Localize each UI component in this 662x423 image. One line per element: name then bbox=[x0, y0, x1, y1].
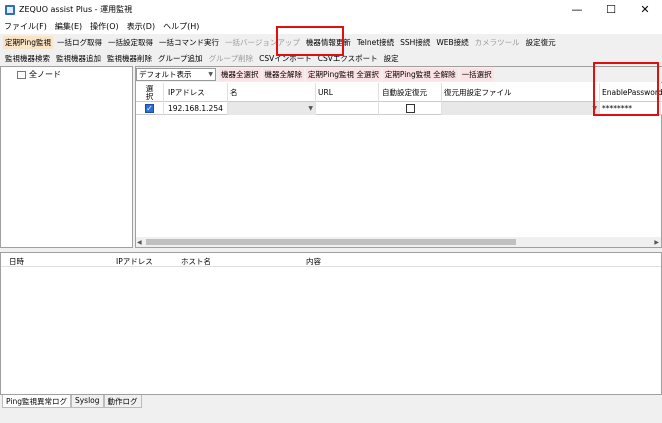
row-auto-restore-cell[interactable] bbox=[380, 102, 442, 115]
log-header-content[interactable]: 内容 bbox=[306, 256, 321, 267]
delete-group-button[interactable]: グループ削除 bbox=[207, 52, 256, 65]
scroll-left-icon[interactable]: ◀ bbox=[137, 239, 142, 246]
settings-button[interactable]: 設定 bbox=[382, 52, 401, 65]
tree-node-all[interactable]: 全ノード bbox=[17, 69, 61, 80]
bulk-config-button[interactable]: 一括設定取得 bbox=[106, 36, 155, 49]
ping-deselect-all-button[interactable]: 定期Ping監視 全解除 bbox=[382, 68, 458, 81]
menu-help[interactable]: ヘルプ(H) bbox=[163, 21, 199, 32]
tree-node-label: 全ノード bbox=[29, 70, 61, 79]
node-icon bbox=[17, 70, 26, 79]
title-bar: ZEQUO assist Plus - 運用監視 — ☐ ✕ bbox=[0, 0, 662, 19]
row-select-cell[interactable]: ✓ bbox=[136, 102, 164, 115]
log-header-ip[interactable]: IPアドレス bbox=[116, 256, 153, 267]
bulk-select-button[interactable]: 一括選択 bbox=[459, 68, 494, 81]
row-name-dropdown[interactable]: ▼ bbox=[228, 102, 316, 115]
table-row[interactable]: ✓ 192.168.1.254 ▼ ▼ ******** bbox=[136, 102, 662, 115]
add-group-button[interactable]: グループ追加 bbox=[156, 52, 205, 65]
maximize-button[interactable]: ☐ bbox=[594, 0, 628, 19]
header-ip[interactable]: IPアドレス bbox=[166, 83, 228, 102]
view-select-value: デフォルト表示 bbox=[139, 70, 192, 79]
bulk-command-button[interactable]: 一括コマンド実行 bbox=[157, 36, 221, 49]
row-url[interactable] bbox=[316, 102, 379, 115]
web-button[interactable]: WEB接続 bbox=[434, 36, 470, 49]
row-auto-restore-checkbox[interactable] bbox=[406, 104, 415, 113]
header-select[interactable]: 選 択 bbox=[136, 83, 164, 102]
camera-tool-button[interactable]: カメラツール bbox=[473, 36, 522, 49]
header-select-line2: 択 bbox=[145, 91, 154, 101]
tab-ping-error-log[interactable]: Ping監視異常ログ bbox=[2, 395, 71, 408]
highlight-device-info-update bbox=[276, 26, 344, 56]
log-header-time[interactable]: 日時 bbox=[9, 256, 24, 267]
header-name[interactable]: 名 bbox=[228, 83, 316, 102]
delete-device-button[interactable]: 監視機器削除 bbox=[105, 52, 154, 65]
bulk-log-button[interactable]: 一括ログ取得 bbox=[55, 36, 104, 49]
row-restore-file-dropdown[interactable]: ▼ bbox=[442, 102, 600, 115]
device-grid-pane: デフォルト表示 ▼ 機器全選択 機器全解除 定期Ping監視 全選択 定期Pin… bbox=[135, 66, 662, 248]
telnet-button[interactable]: Telnet接続 bbox=[355, 36, 396, 49]
scrollbar-thumb[interactable] bbox=[146, 239, 516, 245]
log-tabs: Ping監視異常ログ Syslog 動作ログ bbox=[2, 395, 142, 408]
header-restore-file[interactable]: 復元用設定ファイル bbox=[442, 83, 600, 102]
header-url[interactable]: URL bbox=[316, 83, 379, 102]
menu-file[interactable]: ファイル(F) bbox=[4, 21, 47, 32]
tree-pane: 全ノード bbox=[0, 66, 133, 248]
tab-syslog[interactable]: Syslog bbox=[70, 395, 104, 408]
header-auto-restore[interactable]: 自動設定復元 bbox=[380, 83, 442, 102]
horizontal-scrollbar[interactable]: ◀ ▶ bbox=[136, 237, 661, 247]
menu-edit[interactable]: 編集(E) bbox=[55, 21, 82, 32]
log-pane: 日時 IPアドレス ホスト名 内容 bbox=[0, 252, 662, 395]
app-icon bbox=[5, 4, 15, 15]
chevron-down-icon: ▼ bbox=[208, 71, 213, 78]
close-button[interactable]: ✕ bbox=[628, 0, 662, 19]
minimize-button[interactable]: — bbox=[560, 0, 594, 19]
log-header: 日時 IPアドレス ホスト名 内容 bbox=[1, 253, 661, 267]
menu-operation[interactable]: 操作(O) bbox=[90, 21, 119, 32]
chevron-down-icon: ▼ bbox=[308, 105, 313, 112]
grid-toolbar: デフォルト表示 ▼ 機器全選択 機器全解除 定期Ping監視 全選択 定期Pin… bbox=[136, 67, 662, 82]
row-ip[interactable]: 192.168.1.254 bbox=[166, 102, 228, 115]
view-select[interactable]: デフォルト表示 ▼ bbox=[136, 68, 216, 81]
scroll-right-icon[interactable]: ▶ bbox=[654, 239, 659, 246]
window-controls: — ☐ ✕ bbox=[560, 0, 662, 19]
row-select-checkbox[interactable]: ✓ bbox=[145, 104, 154, 113]
ping-monitor-button[interactable]: 定期Ping監視 bbox=[3, 35, 53, 49]
grid-header: 選 択 IPアドレス 名 URL 自動設定復元 復元用設定ファイル Enable… bbox=[136, 83, 662, 102]
add-device-button[interactable]: 監視機器追加 bbox=[54, 52, 103, 65]
menu-view[interactable]: 表示(D) bbox=[127, 21, 155, 32]
ping-select-all-button[interactable]: 定期Ping監視 全選択 bbox=[306, 68, 381, 81]
highlight-enable-password bbox=[593, 62, 659, 116]
window-title: ZEQUO assist Plus - 運用監視 bbox=[19, 5, 133, 14]
select-all-devices-button[interactable]: 機器全選択 bbox=[219, 68, 261, 81]
search-device-button[interactable]: 監視機器検索 bbox=[3, 52, 52, 65]
log-header-host[interactable]: ホスト名 bbox=[181, 256, 211, 267]
tab-operation-log[interactable]: 動作ログ bbox=[103, 395, 142, 408]
config-restore-button[interactable]: 設定復元 bbox=[524, 36, 558, 49]
ssh-button[interactable]: SSH接続 bbox=[398, 36, 432, 49]
deselect-all-devices-button[interactable]: 機器全解除 bbox=[262, 68, 304, 81]
